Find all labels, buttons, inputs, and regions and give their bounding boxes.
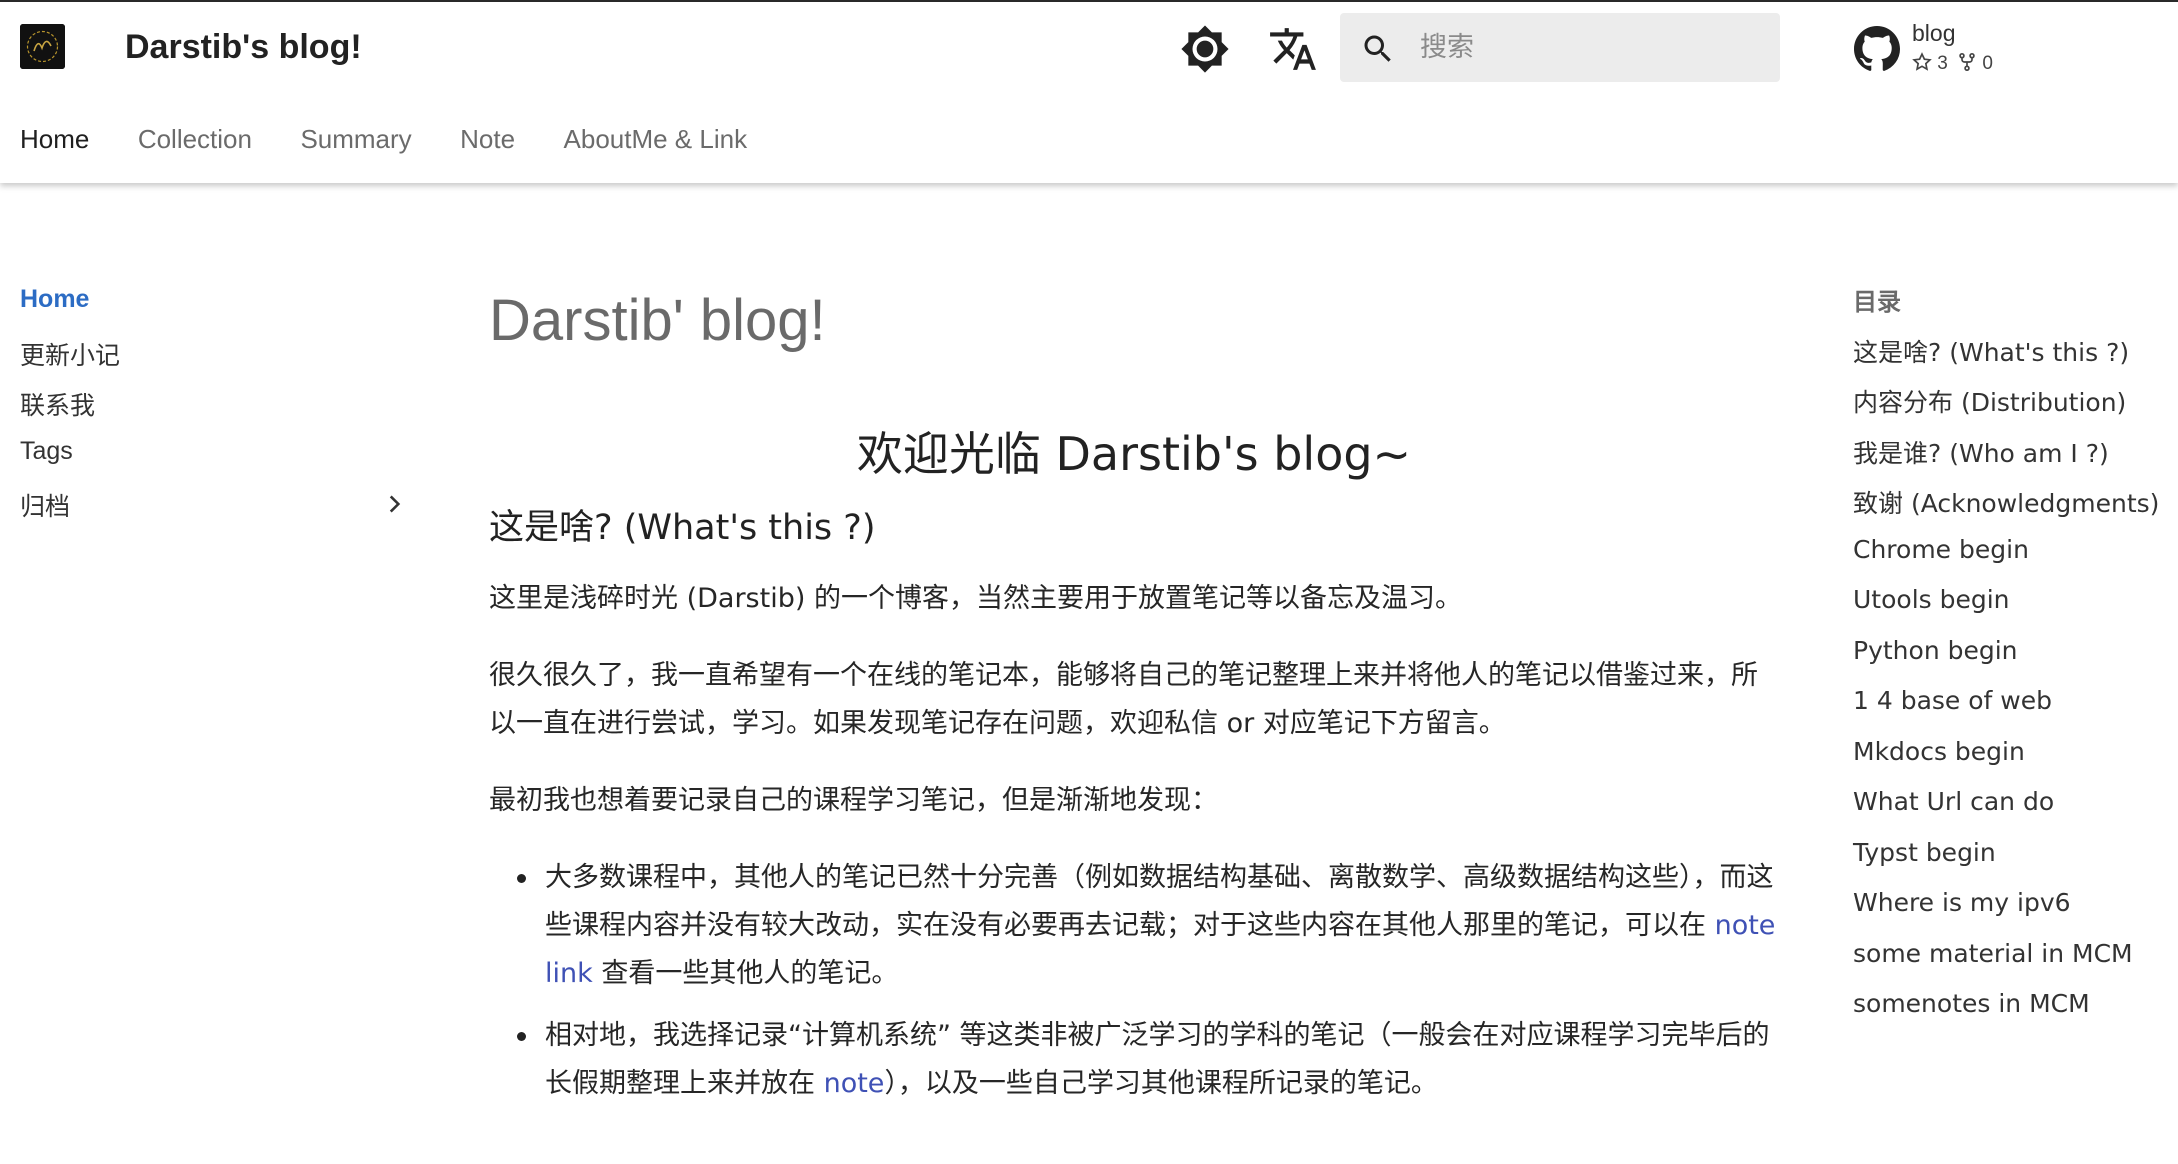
toc-item-typst-begin[interactable]: Typst begin [1853, 838, 2173, 889]
repo-stars: 3 [1937, 53, 1948, 74]
list-item: 相对地，我选择记录“计算机系统” 等这类非被广泛学习的学科的笔记（一般会在对应课… [517, 1012, 1779, 1108]
logo-mark-icon [20, 24, 65, 69]
tab-note[interactable]: Note [460, 124, 515, 155]
theme-toggle-button[interactable] [1180, 24, 1230, 74]
repo-facts: 3 0 [1912, 52, 1997, 75]
chevron-right-icon[interactable] [381, 491, 407, 517]
sidebar-item-contact[interactable]: 联系我 [20, 386, 415, 437]
tab-collection[interactable]: Collection [138, 124, 252, 155]
sidebar-item-home[interactable]: Home [20, 285, 415, 336]
bullet-list: 大多数课程中，其他人的笔记已然十分完善（例如数据结构基础、离散数学、高级数据结构… [517, 854, 1779, 1108]
search-box[interactable] [1340, 13, 1780, 82]
toc-item-ipv6[interactable]: Where is my ipv6 [1853, 888, 2173, 939]
tab-aboutme-link[interactable]: AboutMe & Link [564, 124, 748, 155]
github-icon [1854, 26, 1900, 71]
language-button[interactable] [1268, 24, 1318, 74]
fork-icon [1959, 53, 1975, 72]
toc-item-utools-begin[interactable]: Utools begin [1853, 585, 2173, 636]
list-item: 大多数课程中，其他人的笔记已然十分完善（例如数据结构基础、离散数学、高级数据结构… [517, 854, 1779, 998]
page-title: Darstib' blog! [489, 288, 826, 353]
table-of-contents: 目录 这是啥? (What's this ?) 内容分布 (Distributi… [1853, 282, 2173, 1040]
note-anchor[interactable]: note [824, 1068, 885, 1099]
toc-item-chrome-begin[interactable]: Chrome begin [1853, 535, 2173, 586]
star-icon [1912, 52, 1932, 71]
paragraph-intro: 这里是浅碎时光 (Darstib) 的一个博客，当然主要用于放置笔记等以备忘及温… [489, 583, 1462, 614]
toc-item-acknowledgments[interactable]: 致谢 (Acknowledgments) [1853, 484, 2173, 535]
toc-title: 目录 [1853, 288, 1901, 316]
welcome-heading: 欢迎光临 Darstib's blog~ [856, 427, 1412, 481]
toc-item-distribution[interactable]: 内容分布 (Distribution) [1853, 383, 2173, 434]
repo-forks: 0 [1982, 53, 1993, 74]
sidebar-item-archive[interactable]: 归档 [20, 487, 415, 538]
main-content: Darstib' blog! 欢迎光临 Darstib's blog~ 这是啥?… [489, 282, 1779, 1122]
toc-item-mkdocs-begin[interactable]: Mkdocs begin [1853, 737, 2173, 788]
translate-icon [1270, 28, 1316, 70]
list-item-text: 大多数课程中，其他人的笔记已然十分完善（例如数据结构基础、离散数学、高级数据结构… [545, 862, 1774, 941]
search-input[interactable] [1420, 13, 1770, 82]
toc-item-base-of-web[interactable]: 1 4 base of web [1853, 686, 2173, 737]
sidebar-item-updates[interactable]: 更新小记 [20, 336, 415, 387]
tab-summary[interactable]: Summary [300, 124, 411, 155]
tab-home[interactable]: Home [20, 124, 89, 155]
sidebar-item-archive-label: 归档 [20, 492, 71, 521]
toc-item-material-mcm[interactable]: some material in MCM [1853, 939, 2173, 990]
site-logo[interactable] [20, 24, 65, 69]
primary-sidebar: Home 更新小记 联系我 Tags 归档 [20, 285, 415, 538]
section-heading-whats-this: 这是啥? (What's this ?) [489, 508, 876, 548]
site-title[interactable]: Darstib's blog! [125, 28, 362, 67]
github-repo-link[interactable]: blog 3 0 [1850, 18, 2050, 78]
list-item-text: ），以及一些自己学习其他课程所记录的笔记。 [884, 1068, 1438, 1099]
list-item-text: 查看一些其他人的笔记。 [592, 958, 899, 989]
toc-item-python-begin[interactable]: Python begin [1853, 636, 2173, 687]
site-header: Darstib's blog! blog 3 [0, 2, 2178, 183]
toc-item-what-url-can-do[interactable]: What Url can do [1853, 787, 2173, 838]
top-tabs: Home Collection Summary Note AboutMe & L… [20, 124, 791, 164]
paragraph-courses: 最初我也想着要记录自己的课程学习笔记，但是渐渐地发现： [489, 785, 1218, 816]
toc-item-notes-mcm[interactable]: somenotes in MCM [1853, 989, 2173, 1040]
sidebar-item-tags[interactable]: Tags [20, 437, 415, 488]
toc-item-who-am-i[interactable]: 我是谁? (Who am I ?) [1853, 434, 2173, 485]
search-icon [1364, 35, 1391, 62]
repo-name: blog [1912, 20, 1956, 46]
paragraph-wish: 很久很久了，我一直希望有一个在线的笔记本，能够将自己的笔记整理上来并将他人的笔记… [489, 660, 1758, 739]
toc-item-whats-this[interactable]: 这是啥? (What's this ?) [1853, 333, 2173, 384]
brightness-icon [1181, 25, 1229, 73]
